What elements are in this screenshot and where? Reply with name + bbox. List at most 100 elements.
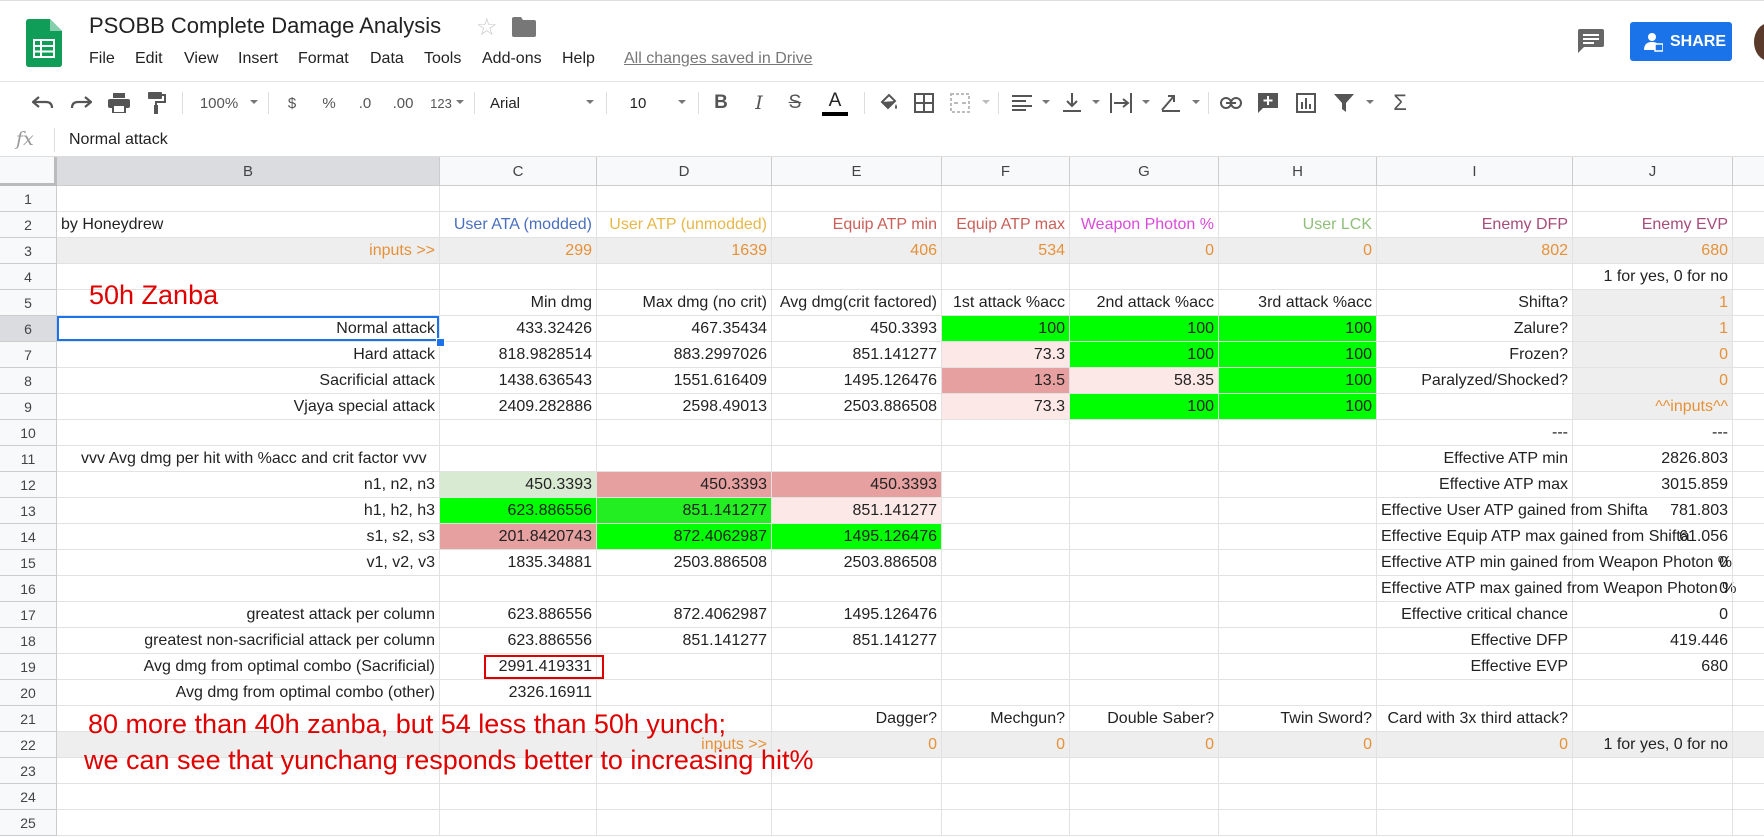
cell-e18[interactable]: 851.141277: [772, 628, 942, 654]
cell-j4[interactable]: 1 for yes, 0 for no: [1573, 264, 1733, 290]
cell-b20[interactable]: Avg dmg from optimal combo (other): [57, 680, 440, 706]
cell-g11[interactable]: [1070, 446, 1219, 472]
cell-d14[interactable]: 872.4062987: [597, 524, 772, 550]
cell-h14[interactable]: [1219, 524, 1377, 550]
cell-i16[interactable]: Effective ATP max gained from Weapon Pho…: [1377, 576, 1736, 602]
cell-f15[interactable]: [942, 550, 1070, 576]
row-header-6[interactable]: 6: [0, 316, 57, 342]
cell-k21[interactable]: [1733, 706, 1764, 732]
cell-b11[interactable]: vvv Avg dmg per hit with %acc and crit f…: [57, 446, 440, 472]
cell-f25[interactable]: [942, 810, 1070, 836]
cell-f16[interactable]: [942, 576, 1070, 602]
cell-b1[interactable]: [57, 186, 440, 212]
cell-h11[interactable]: [1219, 446, 1377, 472]
cell-b19[interactable]: Avg dmg from optimal combo (Sacrificial): [57, 654, 440, 680]
cell-c6[interactable]: 433.32426: [440, 316, 597, 342]
cell-c16[interactable]: [440, 576, 597, 602]
cell-e19[interactable]: [772, 654, 942, 680]
cell-g12[interactable]: [1070, 472, 1219, 498]
column-header-i[interactable]: I: [1377, 157, 1573, 186]
font-family-select[interactable]: Arial: [490, 90, 530, 116]
cell-j5[interactable]: 1: [1573, 290, 1733, 316]
cell-j14[interactable]: 61.056: [1573, 524, 1733, 550]
cell-c2[interactable]: User ATA (modded): [440, 212, 597, 238]
cell-j2[interactable]: Enemy EVP: [1573, 212, 1733, 238]
cell-h13[interactable]: [1219, 498, 1377, 524]
cell-j15[interactable]: 0: [1573, 550, 1733, 576]
cell-i6[interactable]: Zalure?: [1377, 316, 1573, 342]
cell-e4[interactable]: [772, 264, 942, 290]
cell-d5[interactable]: Max dmg (no crit): [597, 290, 772, 316]
cell-d12[interactable]: 450.3393: [597, 472, 772, 498]
print-icon[interactable]: [106, 90, 132, 116]
cell-k18[interactable]: [1733, 628, 1764, 654]
cell-g20[interactable]: [1070, 680, 1219, 706]
cell-i17[interactable]: Effective critical chance: [1377, 602, 1573, 628]
cell-g16[interactable]: [1070, 576, 1219, 602]
row-header-12[interactable]: 12: [0, 472, 57, 498]
cell-g10[interactable]: [1070, 420, 1219, 446]
functions-button[interactable]: Σ: [1388, 90, 1412, 116]
cell-d24[interactable]: [597, 784, 772, 810]
cell-d2[interactable]: User ATP (unmodded): [597, 212, 772, 238]
cell-c14[interactable]: 201.8420743: [440, 524, 597, 550]
cell-e12[interactable]: 450.3393: [772, 472, 942, 498]
cell-i1[interactable]: [1377, 186, 1573, 212]
cell-f1[interactable]: [942, 186, 1070, 212]
cell-e2[interactable]: Equip ATP min: [772, 212, 942, 238]
cell-k12[interactable]: [1733, 472, 1764, 498]
menu-view[interactable]: View: [184, 50, 218, 68]
cell-h21[interactable]: Twin Sword?: [1219, 706, 1377, 732]
cell-i3[interactable]: 802: [1377, 238, 1573, 264]
cell-c11[interactable]: [440, 446, 597, 472]
cell-d4[interactable]: [597, 264, 772, 290]
cell-g19[interactable]: [1070, 654, 1219, 680]
cell-k9[interactable]: [1733, 394, 1764, 420]
row-header-22[interactable]: 22: [0, 732, 57, 758]
cell-f19[interactable]: [942, 654, 1070, 680]
row-header-5[interactable]: 5: [0, 290, 57, 316]
cell-i14[interactable]: Effective Equip ATP max gained from Shif…: [1377, 524, 1690, 550]
insert-comment-icon[interactable]: [1256, 90, 1280, 116]
cell-f13[interactable]: [942, 498, 1070, 524]
cell-e6[interactable]: 450.3393: [772, 316, 942, 342]
select-all-corner[interactable]: [0, 157, 57, 186]
cell-e3[interactable]: 406: [772, 238, 942, 264]
cell-f17[interactable]: [942, 602, 1070, 628]
cell-e24[interactable]: [772, 784, 942, 810]
cell-e16[interactable]: [772, 576, 942, 602]
cell-k8[interactable]: [1733, 368, 1764, 394]
redo-icon[interactable]: [68, 90, 94, 116]
cell-d20[interactable]: [597, 680, 772, 706]
cell-k1[interactable]: [1733, 186, 1764, 212]
cell-e11[interactable]: [772, 446, 942, 472]
cell-k2[interactable]: [1733, 212, 1764, 238]
cell-k4[interactable]: [1733, 264, 1764, 290]
cell-e14[interactable]: 1495.126476: [772, 524, 942, 550]
cell-j21[interactable]: [1573, 706, 1733, 732]
font-size-select[interactable]: 10: [626, 90, 650, 116]
cell-h23[interactable]: [1219, 758, 1377, 784]
cell-b25[interactable]: [57, 810, 440, 836]
cell-j9[interactable]: ^^inputs^^: [1573, 394, 1733, 420]
column-header-b[interactable]: B: [57, 157, 440, 186]
row-header-11[interactable]: 11: [0, 446, 57, 472]
cell-b3[interactable]: inputs >>: [57, 238, 440, 264]
cell-h17[interactable]: [1219, 602, 1377, 628]
cell-f5[interactable]: 1st attack %acc: [942, 290, 1070, 316]
cell-c1[interactable]: [440, 186, 597, 212]
cell-i12[interactable]: Effective ATP max: [1377, 472, 1573, 498]
row-header-1[interactable]: 1: [0, 186, 57, 212]
cell-j23[interactable]: [1573, 758, 1733, 784]
cell-b24[interactable]: [57, 784, 440, 810]
cell-c3[interactable]: 299: [440, 238, 597, 264]
cell-j16[interactable]: 0: [1573, 576, 1733, 602]
row-header-18[interactable]: 18: [0, 628, 57, 654]
cell-f22[interactable]: 0: [942, 732, 1070, 758]
cell-i5[interactable]: Shifta?: [1377, 290, 1573, 316]
cell-j22[interactable]: 1 for yes, 0 for no: [1573, 732, 1733, 758]
cell-c12[interactable]: 450.3393: [440, 472, 597, 498]
cell-h2[interactable]: User LCK: [1219, 212, 1377, 238]
cell-d18[interactable]: 851.141277: [597, 628, 772, 654]
cell-e1[interactable]: [772, 186, 942, 212]
